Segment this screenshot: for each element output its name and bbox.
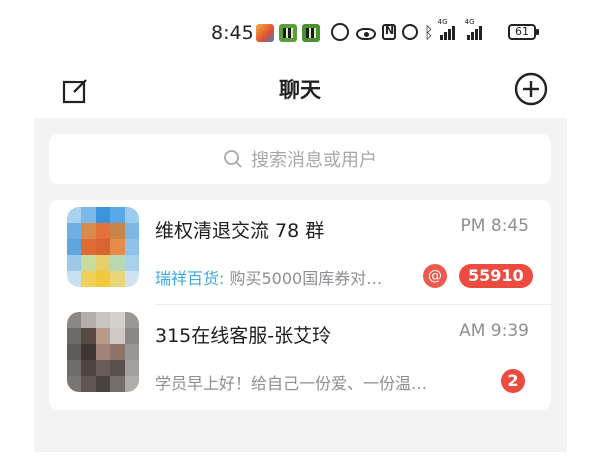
battery-icon: 61: [508, 24, 539, 40]
chat-message: 购买5000国库券对…: [224, 269, 383, 288]
search-icon: [224, 150, 242, 168]
chat-sender: 瑞祥百货:: [155, 269, 225, 288]
search-placeholder: 搜索消息或用户: [251, 150, 377, 171]
chat-preview: 瑞祥百货: 购买5000国库券对…: [155, 265, 417, 289]
data-saver-icon: [331, 23, 349, 41]
signal-icon: 4G: [438, 18, 455, 40]
unread-badge: 55910: [459, 264, 533, 288]
eye-icon: [356, 28, 376, 40]
chat-name: 维权清退交流 78 群: [155, 220, 325, 242]
chat-preview: 学员早上好！给自己一份爱、一份温…: [155, 374, 428, 393]
unread-badge: 2: [501, 369, 525, 393]
chat-item[interactable]: 315在线客服-张艾玲 AM 9:39 学员早上好！给自己一份爱、一份温… 2: [49, 305, 551, 409]
nfc-icon: [382, 24, 396, 40]
app-notification-icon: [302, 24, 320, 42]
chat-item[interactable]: 维权清退交流 78 群 PM 8:45 瑞祥百货: 购买5000国库券对… @ …: [49, 200, 551, 304]
status-icons: ᛒ 4G 4G: [330, 18, 482, 42]
app-notification-icon: [279, 24, 297, 42]
signal-icon: 4G: [465, 18, 482, 40]
app-notification-icon: [256, 24, 274, 42]
chat-time: PM 8:45: [460, 216, 530, 236]
search-input[interactable]: 搜索消息或用户: [49, 134, 551, 184]
status-bar: 8:45 ᛒ 4G 4G 61: [0, 0, 600, 64]
mention-badge: @: [423, 264, 447, 288]
add-circle-icon[interactable]: [514, 72, 548, 106]
chat-time: AM 9:39: [459, 321, 529, 341]
chat-name: 315在线客服-张艾玲: [155, 325, 332, 347]
bluetooth-icon: ᛒ: [424, 22, 434, 42]
avatar: [67, 312, 139, 392]
avatar: [67, 207, 139, 287]
status-time: 8:45: [211, 22, 254, 44]
page-title: 聊天: [279, 78, 321, 102]
chat-list: 维权清退交流 78 群 PM 8:45 瑞祥百货: 购买5000国库券对… @ …: [49, 200, 551, 410]
alarm-icon: [402, 24, 418, 40]
